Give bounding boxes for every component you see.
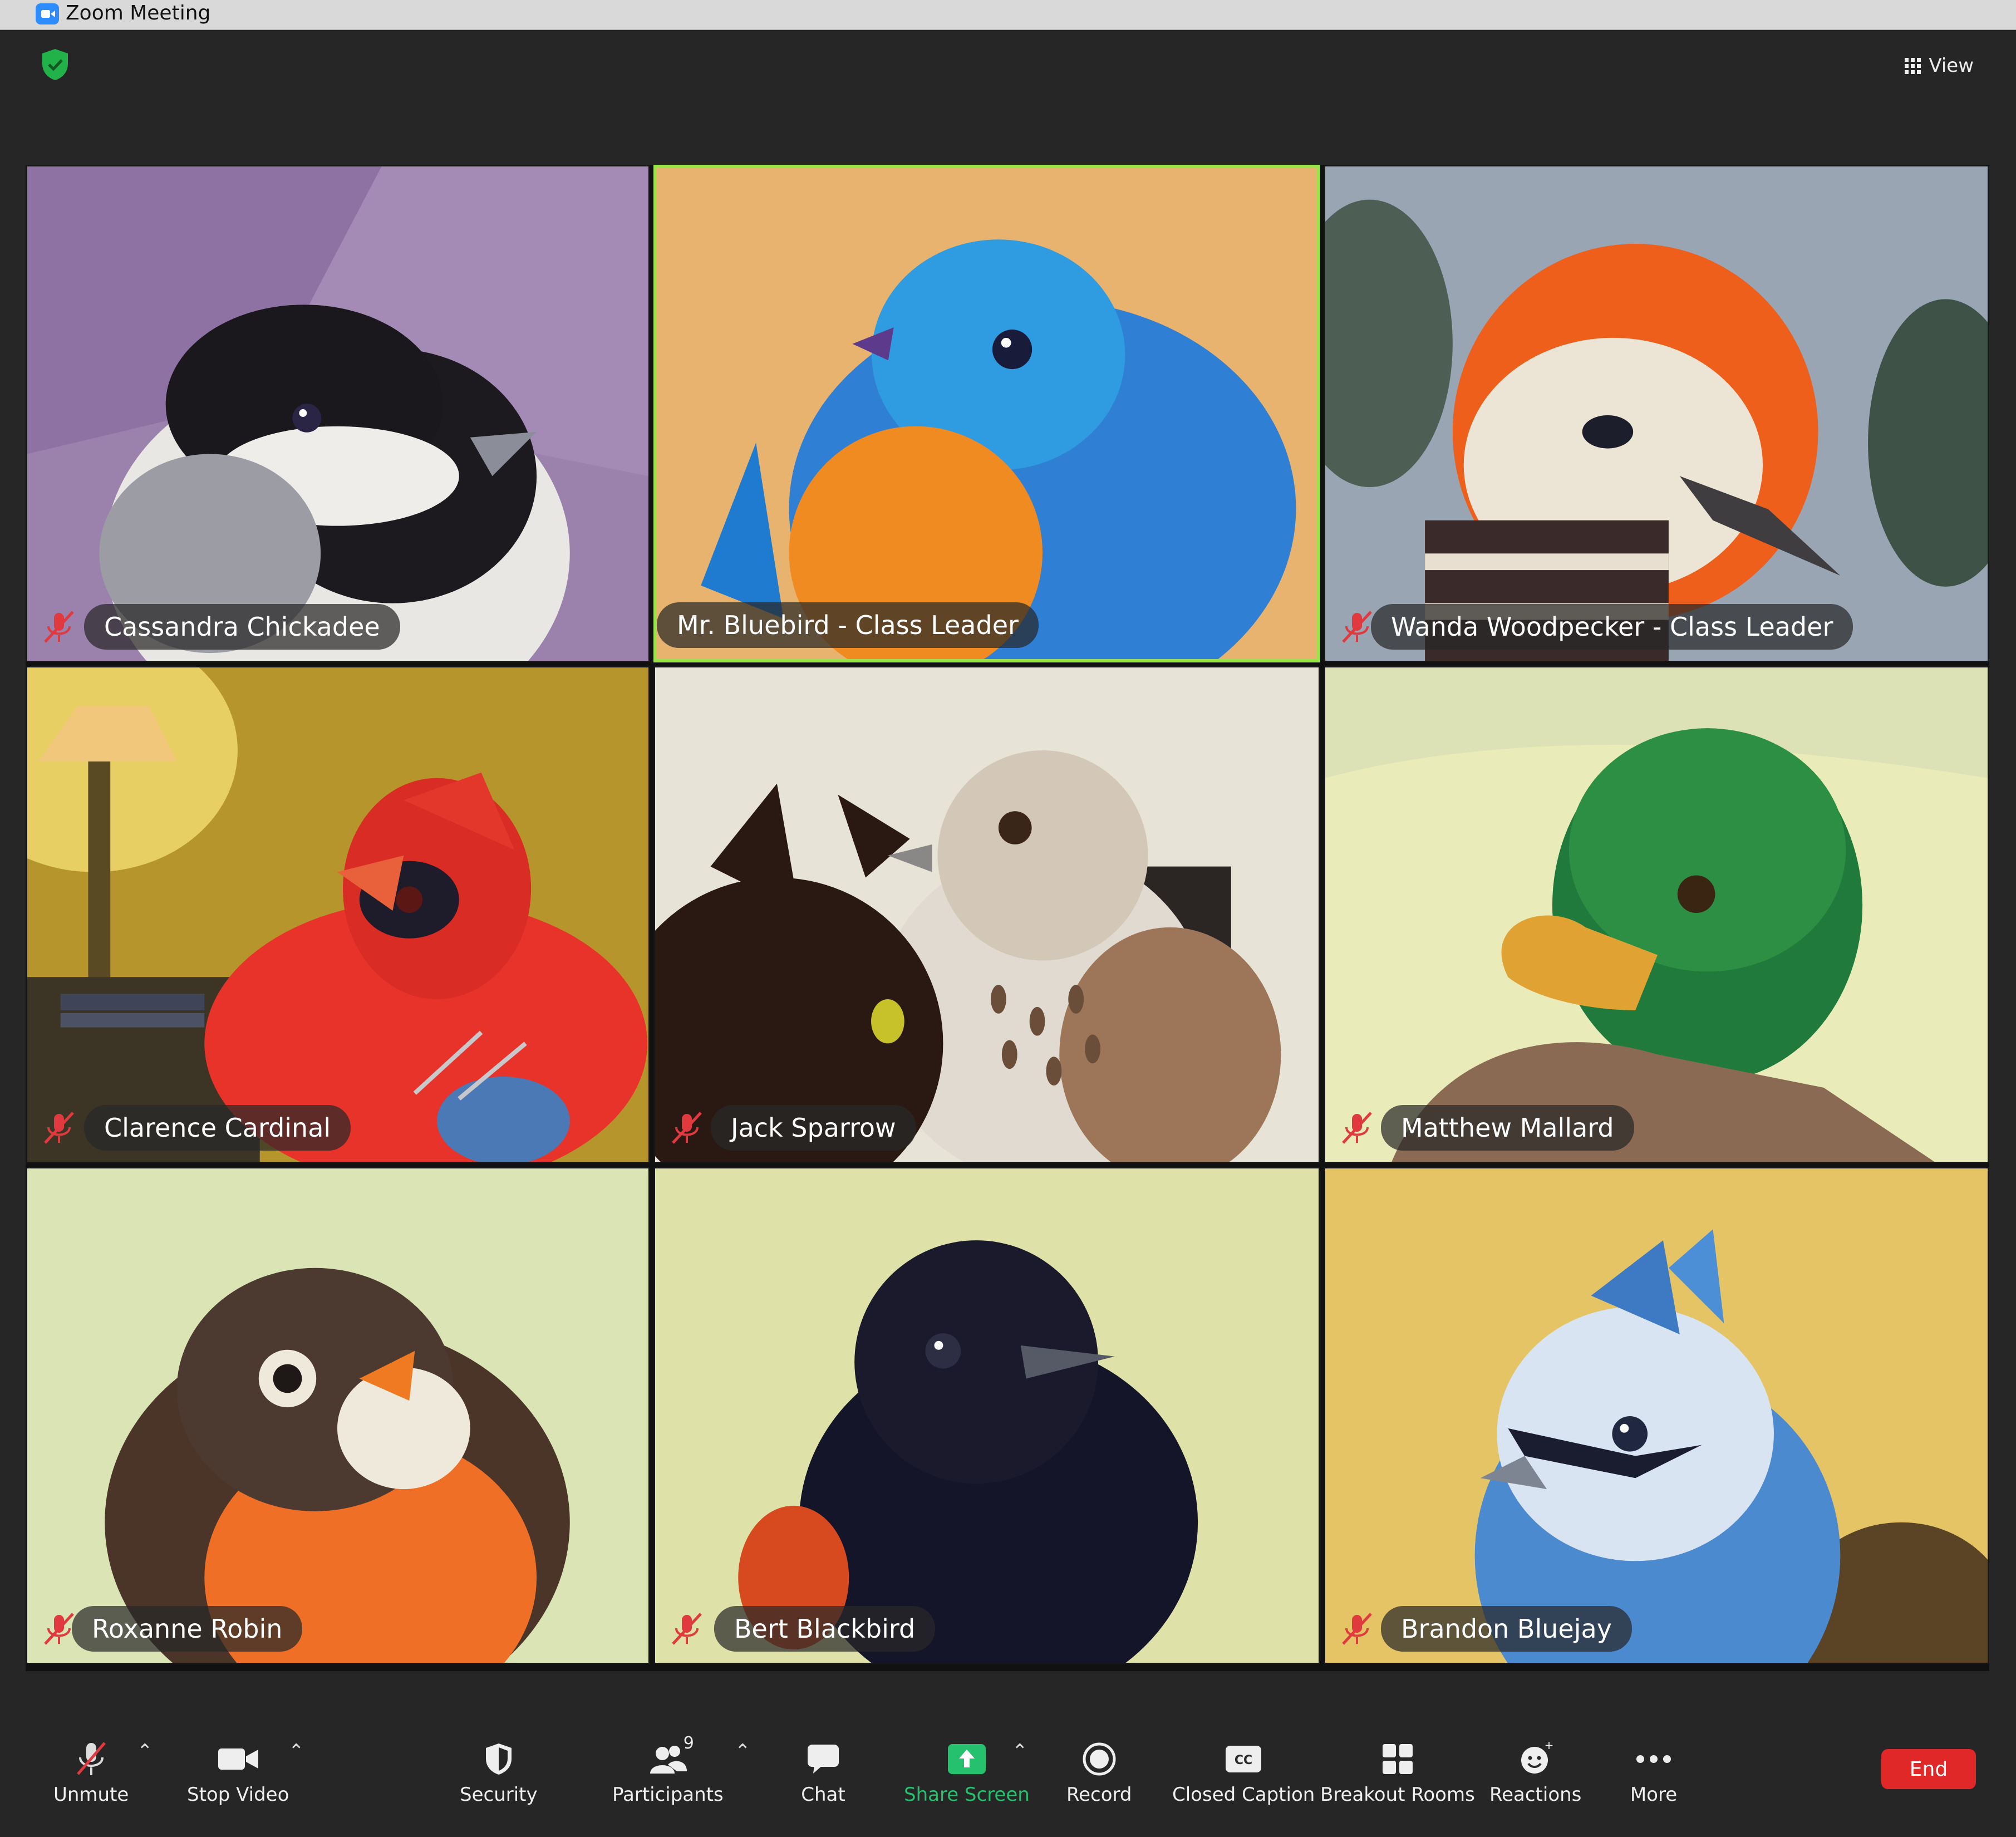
record-button[interactable]: Record	[1066, 1737, 1132, 1820]
participants-button[interactable]: 9 Participants	[612, 1733, 724, 1820]
participant-name: Mr. Bluebird - Class Leader	[657, 602, 1039, 648]
blackbird-video	[655, 1168, 1319, 1663]
cardinal-video	[27, 667, 648, 1162]
participant-tile[interactable]: Brandon Bluejay	[1324, 1167, 1989, 1664]
stop-video-button[interactable]: Stop Video	[187, 1737, 289, 1820]
video-gallery: Cassandra Chickadee Mr. Bluebird - Class…	[26, 165, 1989, 1671]
svg-text:CC: CC	[1235, 1754, 1252, 1767]
meeting-toolbar: Unmute ⌃ Stop Video ⌃ Security 9 Partici…	[0, 1694, 2016, 1837]
zoom-app-icon	[36, 3, 59, 24]
chat-bubble-icon	[808, 1745, 839, 1774]
stop-video-label: Stop Video	[187, 1784, 289, 1806]
encryption-shield-icon[interactable]	[40, 48, 70, 81]
participant-tile-active-speaker[interactable]: Mr. Bluebird - Class Leader	[653, 165, 1320, 662]
muted-mic-icon	[44, 611, 74, 643]
muted-mic-icon	[76, 1742, 106, 1775]
mallard-video	[1325, 667, 1988, 1162]
participant-tile[interactable]: Jack Sparrow	[653, 666, 1320, 1163]
participant-name: Matthew Mallard	[1381, 1105, 1634, 1151]
unmute-button[interactable]: Unmute	[53, 1737, 129, 1820]
bluebird-video	[657, 168, 1317, 659]
record-label: Record	[1066, 1784, 1132, 1806]
participant-name: Roxanne Robin	[72, 1606, 303, 1652]
video-camera-icon	[218, 1748, 258, 1770]
participants-label: Participants	[612, 1784, 724, 1806]
share-options-chevron-icon[interactable]: ⌃	[1012, 1740, 1028, 1762]
participant-name: Cassandra Chickadee	[84, 604, 400, 650]
participant-name: Jack Sparrow	[711, 1105, 916, 1151]
participant-tile[interactable]: Matthew Mallard	[1324, 666, 1989, 1163]
chickadee-video	[27, 166, 648, 661]
closed-caption-label: Closed Caption	[1172, 1784, 1315, 1806]
reactions-smiley-icon: +	[1521, 1741, 1553, 1774]
muted-mic-icon	[44, 1112, 74, 1144]
view-label: View	[1929, 55, 1974, 77]
share-screen-arrow-icon	[947, 1744, 986, 1774]
chat-label: Chat	[801, 1784, 845, 1806]
breakout-rooms-label: Breakout Rooms	[1320, 1784, 1475, 1806]
muted-mic-icon	[1342, 1613, 1372, 1645]
participant-name: Clarence Cardinal	[84, 1105, 351, 1151]
share-screen-label: Share Screen	[904, 1784, 1030, 1806]
breakout-rooms-button[interactable]: Breakout Rooms	[1320, 1737, 1475, 1820]
woodpecker-video	[1325, 166, 1988, 661]
participant-tile[interactable]: Clarence Cardinal	[26, 666, 650, 1163]
record-icon	[1083, 1742, 1116, 1776]
security-button[interactable]: Security	[460, 1737, 538, 1820]
video-options-chevron-icon[interactable]: ⌃	[288, 1740, 304, 1762]
participant-tile[interactable]: Wanda Woodpecker - Class Leader	[1324, 165, 1989, 662]
more-button[interactable]: More	[1629, 1737, 1679, 1820]
bluejay-video	[1325, 1168, 1988, 1663]
end-meeting-button[interactable]: End	[1881, 1749, 1976, 1789]
breakout-rooms-grid-icon	[1382, 1744, 1413, 1774]
audio-options-chevron-icon[interactable]: ⌃	[137, 1740, 153, 1762]
participant-tile[interactable]: Cassandra Chickadee	[26, 165, 650, 662]
sparrow-video	[655, 667, 1319, 1162]
muted-mic-icon	[672, 1613, 702, 1645]
security-label: Security	[460, 1784, 538, 1806]
share-screen-button[interactable]: Share Screen	[904, 1737, 1030, 1820]
chat-button[interactable]: Chat	[798, 1737, 848, 1820]
reactions-label: Reactions	[1489, 1784, 1582, 1806]
participant-tile[interactable]: Bert Blackbird	[653, 1167, 1320, 1664]
muted-mic-icon	[1342, 1112, 1372, 1144]
more-dots-icon	[1636, 1755, 1671, 1763]
muted-mic-icon	[672, 1112, 702, 1144]
closed-caption-button[interactable]: CC Closed Caption	[1172, 1737, 1315, 1820]
participant-count: 9	[683, 1733, 694, 1753]
view-button[interactable]: View	[1905, 52, 1974, 79]
robin-video	[27, 1168, 648, 1663]
security-shield-icon	[485, 1743, 512, 1775]
participant-name: Wanda Woodpecker - Class Leader	[1371, 604, 1853, 650]
participant-tile[interactable]: Roxanne Robin	[26, 1167, 650, 1664]
participants-options-chevron-icon[interactable]: ⌃	[735, 1740, 751, 1762]
svg-text:+: +	[1544, 1741, 1553, 1752]
reactions-button[interactable]: + Reactions	[1489, 1737, 1581, 1820]
closed-caption-cc-icon: CC	[1226, 1746, 1262, 1772]
window-titlebar: Zoom Meeting	[0, 0, 2016, 30]
participant-name: Brandon Bluejay	[1381, 1606, 1632, 1652]
more-label: More	[1630, 1784, 1678, 1806]
window-title: Zoom Meeting	[66, 2, 211, 24]
grid-view-icon	[1905, 57, 1921, 74]
participant-name: Bert Blackbird	[714, 1606, 936, 1652]
unmute-label: Unmute	[53, 1784, 129, 1806]
